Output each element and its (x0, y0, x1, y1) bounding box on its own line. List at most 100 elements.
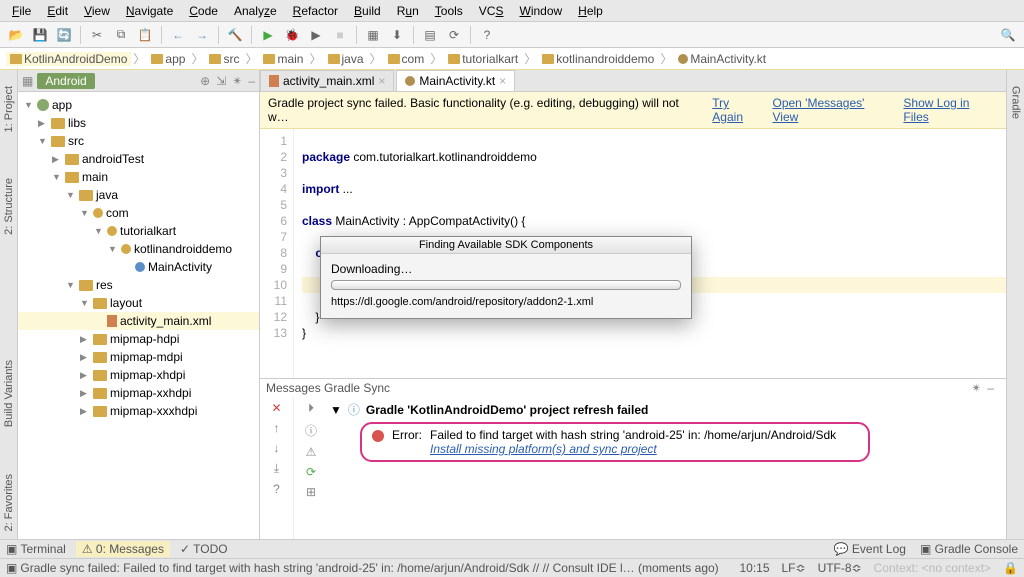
tree-item-activity_main-xml[interactable]: activity_main.xml (18, 312, 259, 330)
tree-item-main[interactable]: ▼main (18, 168, 259, 186)
stop-icon[interactable]: ■ (330, 25, 350, 45)
menu-edit[interactable]: Edit (39, 4, 76, 18)
tree-item-mipmap-mdpi[interactable]: ▶mipmap-mdpi (18, 348, 259, 366)
project-tree[interactable]: ▼app▶libs▼src▶androidTest▼main▼java▼com▼… (18, 92, 259, 539)
tree-item-mipmap-xxxhdpi[interactable]: ▶mipmap-xxxhdpi (18, 402, 259, 420)
status-enc[interactable]: UTF-8≎ (818, 561, 862, 575)
tree-item-libs[interactable]: ▶libs (18, 114, 259, 132)
tree-item-androidtest[interactable]: ▶androidTest (18, 150, 259, 168)
menu-build[interactable]: Build (346, 4, 389, 18)
bc-kad[interactable]: kotlinandroiddemo (538, 52, 658, 66)
menu-tools[interactable]: Tools (427, 4, 471, 18)
tree-item-mipmap-xhdpi[interactable]: ▶mipmap-xhdpi (18, 366, 259, 384)
menu-vcs[interactable]: VCS (471, 4, 512, 18)
tree-icon[interactable]: ⊞ (306, 485, 316, 499)
sync-icon[interactable]: 🔄 (54, 25, 74, 45)
gear-icon[interactable]: ✴ (971, 381, 987, 395)
bc-file[interactable]: MainActivity.kt (674, 52, 770, 66)
tree-item-layout[interactable]: ▼layout (18, 294, 259, 312)
bc-tk[interactable]: tutorialkart (444, 52, 522, 66)
menu-help[interactable]: Help (570, 4, 611, 18)
menu-view[interactable]: View (76, 4, 118, 18)
banner-show-log[interactable]: Show Log in Files (903, 96, 998, 124)
save-icon[interactable]: 💾 (30, 25, 50, 45)
hide-icon[interactable]: – (987, 381, 1000, 395)
vtab-favorites[interactable]: 2: Favorites (3, 466, 15, 539)
tree-item-java[interactable]: ▼java (18, 186, 259, 204)
help-icon[interactable]: ? (477, 25, 497, 45)
bc-main[interactable]: main (259, 52, 307, 66)
bc-project[interactable]: KotlinAndroidDemo (6, 52, 131, 66)
menu-run[interactable]: Run (389, 4, 427, 18)
search-icon[interactable]: 🔍 (998, 25, 1018, 45)
bc-com[interactable]: com (384, 52, 429, 66)
tab-activity-main[interactable]: activity_main.xml× (260, 70, 394, 91)
forward-icon[interactable]: → (192, 25, 212, 45)
banner-try-again[interactable]: Try Again (712, 96, 762, 124)
menu-navigate[interactable]: Navigate (118, 4, 181, 18)
status-pos[interactable]: 10:15 (739, 561, 769, 575)
tree-item-mipmap-xxhdpi[interactable]: ▶mipmap-xxhdpi (18, 384, 259, 402)
menu-analyze[interactable]: Analyze (226, 4, 285, 18)
tab-messages[interactable]: ⚠ 0: Messages (76, 541, 170, 557)
menu-refactor[interactable]: Refactor (285, 4, 346, 18)
project-view-mode[interactable]: Android (37, 73, 94, 89)
bc-java[interactable]: java (324, 52, 368, 66)
warn-icon[interactable]: ⚠ (306, 445, 317, 459)
open-icon[interactable]: 📂 (6, 25, 26, 45)
tree-item-tutorialkart[interactable]: ▼tutorialkart (18, 222, 259, 240)
struct-icon[interactable]: ▤ (420, 25, 440, 45)
sync-gradle-icon[interactable]: ⟳ (444, 25, 464, 45)
tree-item-com[interactable]: ▼com (18, 204, 259, 222)
bc-src[interactable]: src (205, 52, 243, 66)
tab-main-activity[interactable]: MainActivity.kt× (396, 70, 515, 91)
export-icon[interactable]: ⤓ (274, 461, 279, 476)
back-icon[interactable]: ← (168, 25, 188, 45)
tab-todo[interactable]: ✓ TODO (180, 542, 228, 556)
lock-icon[interactable]: 🔒 (1003, 561, 1018, 575)
hide-icon[interactable]: – (248, 74, 255, 88)
help-icon[interactable]: ? (273, 482, 280, 496)
banner-open-messages[interactable]: Open 'Messages' View (772, 96, 893, 124)
install-platform-link[interactable]: Install missing platform(s) and sync pro… (430, 442, 657, 456)
menu-window[interactable]: Window (511, 4, 570, 18)
bc-app[interactable]: app (147, 52, 189, 66)
copy-icon[interactable]: ⧉ (111, 25, 131, 45)
gear-icon[interactable]: ✴ (232, 74, 242, 88)
status-icon[interactable]: ▣ (6, 561, 17, 575)
tree-item-kotlinandroiddemo[interactable]: ▼kotlinandroiddemo (18, 240, 259, 258)
down-icon[interactable]: ↓ (274, 441, 280, 455)
sdk-icon[interactable]: ⬇ (387, 25, 407, 45)
run-icon[interactable]: ▶ (258, 25, 278, 45)
tab-terminal[interactable]: ▣ Terminal (6, 542, 66, 556)
avd-icon[interactable]: ▦ (363, 25, 383, 45)
tree-item-app[interactable]: ▼app (18, 96, 259, 114)
vtab-build-variants[interactable]: Build Variants (3, 352, 15, 435)
tree-item-src[interactable]: ▼src (18, 132, 259, 150)
paste-icon[interactable]: 📋 (135, 25, 155, 45)
tree-item-res[interactable]: ▼res (18, 276, 259, 294)
tree-item-mainactivity[interactable]: MainActivity (18, 258, 259, 276)
vtab-gradle[interactable]: Gradle (1010, 78, 1022, 127)
cut-icon[interactable]: ✂ (87, 25, 107, 45)
close-icon[interactable]: × (378, 74, 385, 88)
vtab-project[interactable]: 1: Project (3, 78, 15, 140)
info-icon[interactable]: ⓘ (305, 422, 317, 439)
status-context[interactable]: Context: <no context> (874, 561, 991, 575)
build-icon[interactable]: 🔨 (225, 25, 245, 45)
err-icon[interactable]: ⟳ (306, 465, 316, 479)
filter-icon[interactable]: ⏵ (308, 401, 314, 416)
vtab-structure[interactable]: 2: Structure (3, 170, 15, 243)
menu-code[interactable]: Code (181, 4, 226, 18)
close-icon[interactable]: ✕ (271, 401, 281, 415)
debug-icon[interactable]: 🐞 (282, 25, 302, 45)
expand-icon[interactable]: ⊕ (200, 74, 210, 88)
tab-gradle-console[interactable]: ▣ Gradle Console (920, 542, 1018, 556)
status-lf[interactable]: LF≎ (782, 561, 806, 575)
up-icon[interactable]: ↑ (274, 421, 280, 435)
menu-file[interactable]: File (4, 4, 39, 18)
collapse-icon[interactable]: ⇲ (216, 74, 226, 88)
attach-icon[interactable]: ▶ (306, 25, 326, 45)
close-icon[interactable]: × (499, 74, 506, 88)
tab-event-log[interactable]: 💬 Event Log (834, 542, 906, 556)
